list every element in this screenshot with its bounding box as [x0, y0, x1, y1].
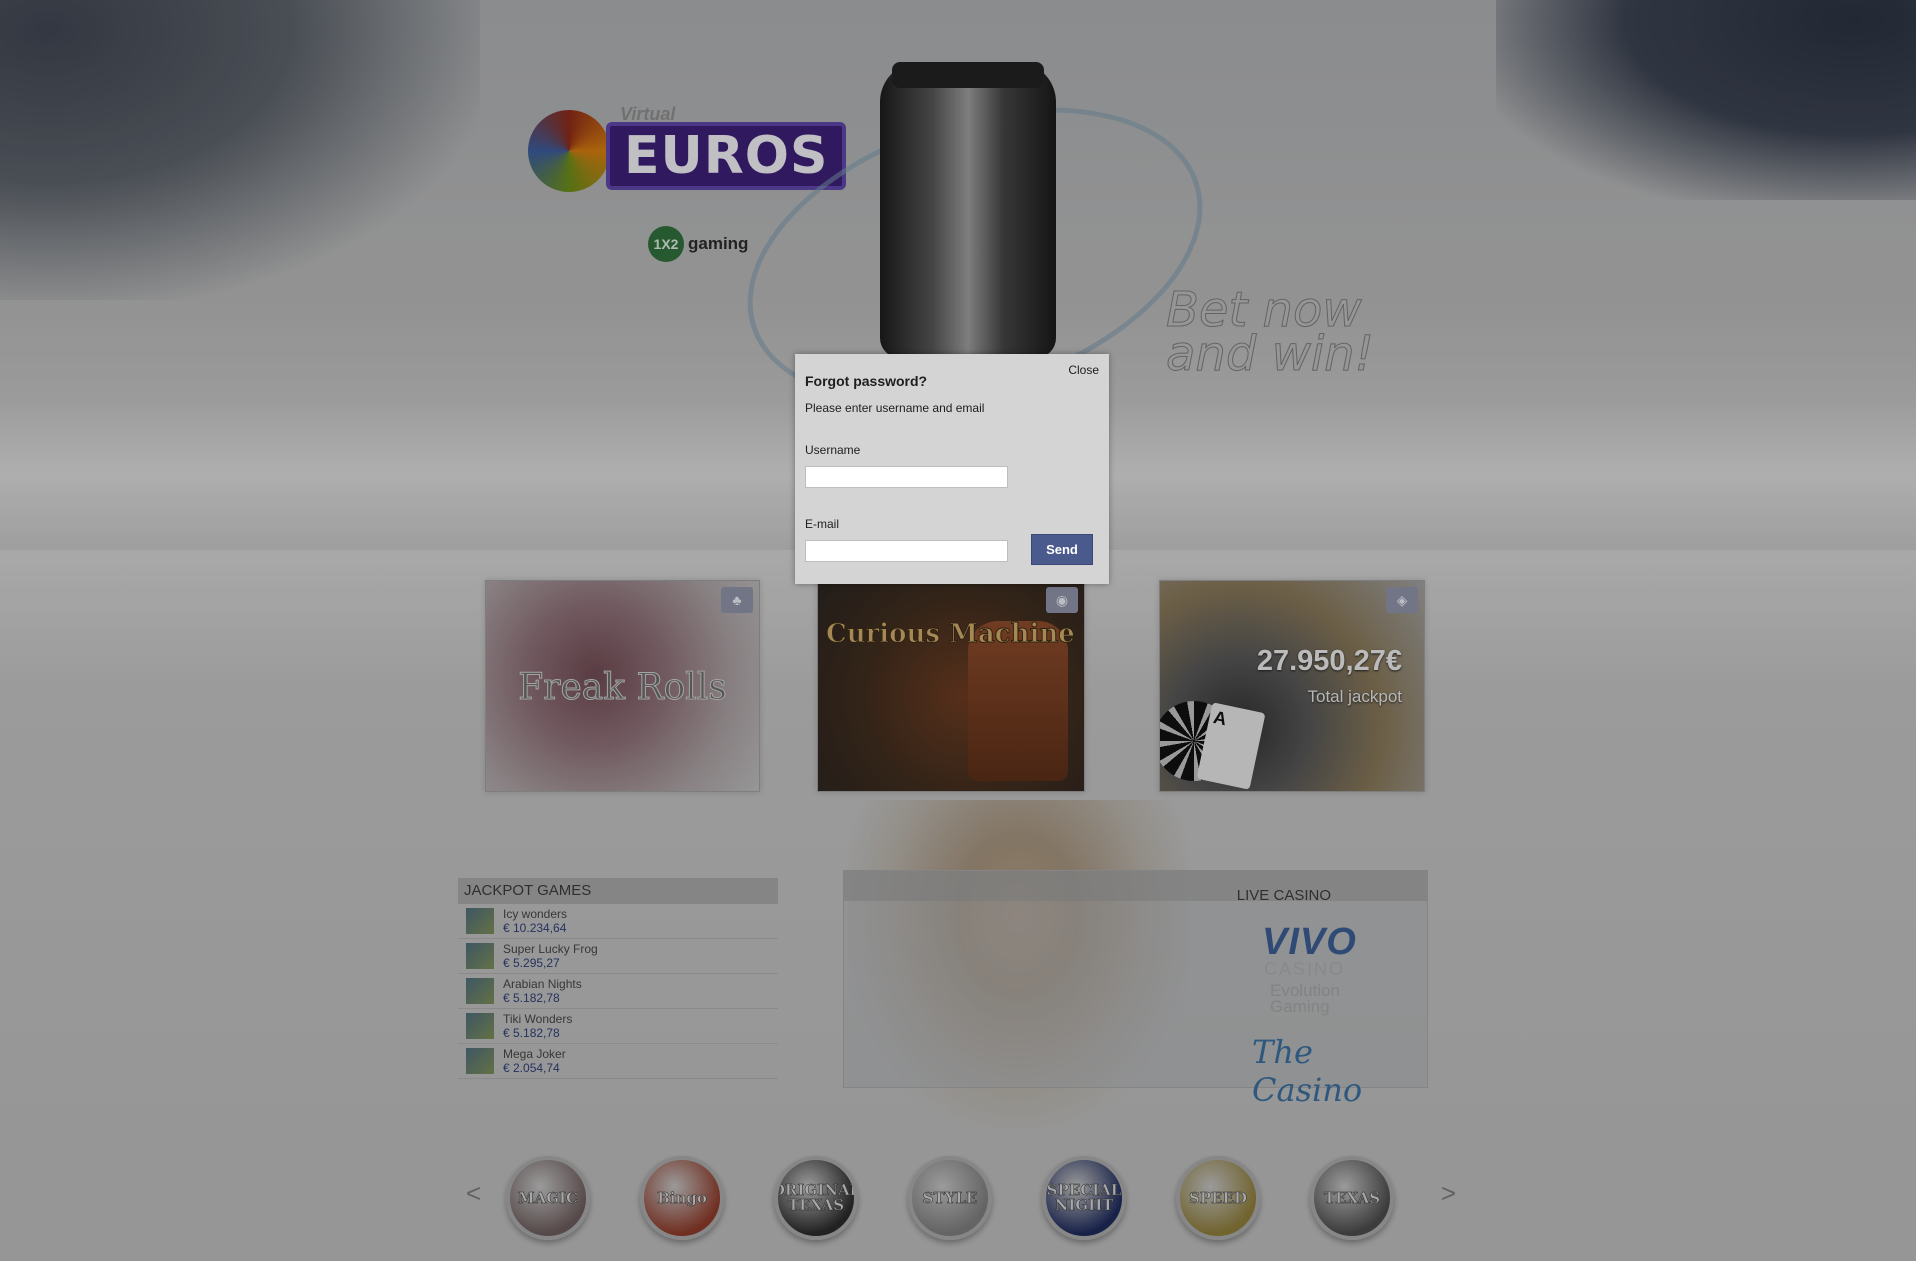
- username-label: Username: [805, 443, 861, 457]
- email-input[interactable]: [805, 540, 1008, 562]
- close-button[interactable]: Close: [1068, 363, 1099, 377]
- username-input[interactable]: [805, 466, 1008, 488]
- send-button[interactable]: Send: [1031, 534, 1093, 565]
- dialog-instruction: Please enter username and email: [805, 401, 985, 415]
- dialog-title: Forgot password?: [805, 373, 928, 389]
- forgot-password-dialog: Close Forgot password? Please enter user…: [795, 354, 1109, 584]
- page-background: Virtual EUROS 1X2 gaming Bet now and win…: [0, 0, 1916, 1261]
- email-label: E-mail: [805, 517, 840, 531]
- modal-backdrop[interactable]: [0, 0, 1916, 1261]
